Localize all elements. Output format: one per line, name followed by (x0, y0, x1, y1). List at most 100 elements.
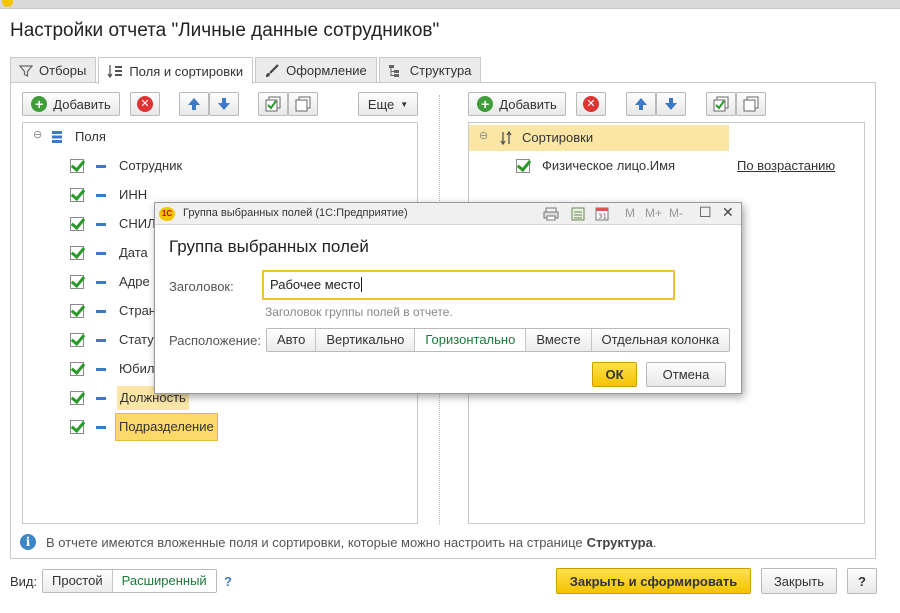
check-all-icon (713, 96, 729, 112)
collapse-icon[interactable]: ⊖ (33, 128, 42, 141)
arrow-down-icon (218, 98, 230, 110)
field-checkbox[interactable] (70, 217, 84, 231)
memory-minus-button[interactable]: M- (669, 206, 683, 220)
add-icon: + (31, 96, 48, 112)
fields-list-icon (52, 131, 62, 143)
field-icon (96, 194, 106, 197)
brush-icon (266, 63, 279, 77)
structure-icon (388, 64, 399, 77)
add-icon: + (477, 96, 494, 112)
delete-field-button[interactable]: ✕ (130, 92, 160, 116)
close-icon[interactable]: ✕ (722, 204, 734, 221)
print-icon[interactable] (543, 207, 559, 221)
filter-icon (19, 64, 33, 77)
field-checkbox[interactable] (70, 420, 84, 434)
structure-link[interactable]: Структура (587, 535, 653, 550)
view-extended-option[interactable]: Расширенный (112, 570, 216, 592)
arrow-up-icon (635, 98, 647, 110)
ok-button[interactable]: ОК (592, 362, 637, 387)
field-checkbox[interactable] (70, 275, 84, 289)
field-icon (96, 339, 106, 342)
sort-icon (500, 131, 512, 145)
uncheck-all-icon (295, 96, 311, 112)
field-icon (96, 281, 106, 284)
tab-fields-sort[interactable]: Поля и сортировки (98, 57, 254, 84)
layout-option-vertical[interactable]: Вертикально (316, 329, 416, 351)
fields-sort-icon (107, 65, 123, 78)
svg-text:31: 31 (598, 213, 607, 221)
delete-icon: ✕ (137, 96, 153, 112)
delete-icon: ✕ (583, 96, 599, 112)
move-up-button[interactable] (179, 92, 209, 116)
view-label: Вид: (10, 574, 38, 589)
field-checkbox[interactable] (70, 333, 84, 347)
sort-direction-link[interactable]: По возрастанию (737, 158, 835, 173)
layout-option-together[interactable]: Вместе (526, 329, 592, 351)
dialog-titlebar: 1С Группа выбранных полей (1С:Предприяти… (155, 203, 741, 225)
more-menu-button[interactable]: Еще ▼ (358, 92, 418, 116)
field-checkbox[interactable] (70, 304, 84, 318)
check-all-button[interactable] (258, 92, 288, 116)
tab-design[interactable]: Оформление (255, 57, 377, 83)
uncheck-all-icon (743, 96, 759, 112)
memory-plus-button[interactable]: M+ (645, 206, 662, 220)
layout-option-horizontal[interactable]: Горизонтально (415, 329, 527, 351)
field-icon (96, 426, 106, 429)
text-cursor (361, 277, 363, 292)
dialog-title: Группа выбранных полей (169, 237, 369, 256)
cancel-button[interactable]: Отмена (646, 362, 726, 387)
field-icon (96, 397, 106, 400)
add-field-button[interactable]: + Добавить (22, 92, 120, 116)
move-down-button[interactable] (209, 92, 239, 116)
field-icon (96, 310, 106, 313)
layout-option-auto[interactable]: Авто (267, 329, 317, 351)
tab-bar: Отборы Поля и сортировки Оформление Стру… (10, 57, 483, 84)
app-logo-icon: 1С (159, 207, 175, 221)
help-link[interactable]: ? (224, 574, 232, 589)
calculator-icon[interactable] (571, 207, 585, 221)
sort-row[interactable]: Физическое лицо.Имя По возрастанию (469, 156, 864, 176)
sort-move-down-button[interactable] (656, 92, 686, 116)
sort-uncheck-all-button[interactable] (736, 92, 766, 116)
tab-structure[interactable]: Структура (378, 57, 482, 83)
field-icon (96, 368, 106, 371)
field-checkbox[interactable] (70, 246, 84, 260)
layout-label: Расположение: (169, 333, 261, 348)
field-checkbox[interactable] (70, 391, 84, 405)
memory-m-button[interactable]: M (625, 206, 635, 220)
tree-root-sort[interactable]: ⊖ Сортировки (469, 125, 729, 151)
arrow-down-icon (665, 98, 677, 110)
tree-root-fields[interactable]: ⊖ Поля (23, 127, 417, 147)
field-checkbox[interactable] (70, 159, 84, 173)
field-group-dialog: 1С Группа выбранных полей (1С:Предприяти… (154, 202, 742, 394)
field-icon (96, 223, 106, 226)
delete-sort-button[interactable]: ✕ (576, 92, 606, 116)
layout-option-separate-column[interactable]: Отдельная колонка (591, 329, 730, 351)
header-label: Заголовок: (169, 279, 234, 294)
tab-filters[interactable]: Отборы (10, 57, 97, 83)
sort-move-up-button[interactable] (626, 92, 656, 116)
view-switch: Простой Расширенный (42, 569, 217, 593)
info-icon: i (20, 534, 36, 550)
field-row[interactable]: Сотрудник (23, 156, 417, 176)
app-logo-icon (2, 0, 13, 7)
add-sort-button[interactable]: + Добавить (468, 92, 566, 116)
close-and-build-button[interactable]: Закрыть и сформировать (556, 568, 751, 594)
sort-checkbox[interactable] (516, 159, 530, 173)
field-checkbox[interactable] (70, 188, 84, 202)
uncheck-all-button[interactable] (288, 92, 318, 116)
calendar-icon[interactable]: 31 (595, 206, 609, 221)
sort-check-all-button[interactable] (706, 92, 736, 116)
help-button[interactable]: ? (847, 568, 877, 594)
field-row-selected[interactable]: Подразделение (23, 413, 417, 441)
header-hint: Заголовок группы полей в отчете. (265, 305, 453, 319)
field-checkbox[interactable] (70, 362, 84, 376)
layout-options: Авто Вертикально Горизонтально Вместе От… (266, 328, 731, 352)
page-title: Настройки отчета "Личные данные сотрудни… (10, 20, 440, 41)
info-message: i В отчете имеются вложенные поля и сорт… (20, 532, 656, 552)
collapse-icon[interactable]: ⊖ (479, 129, 488, 142)
maximize-icon[interactable]: ☐ (699, 204, 712, 221)
close-button[interactable]: Закрыть (761, 568, 837, 594)
header-input[interactable]: Рабочее место (262, 270, 675, 300)
view-simple-option[interactable]: Простой (43, 570, 113, 592)
